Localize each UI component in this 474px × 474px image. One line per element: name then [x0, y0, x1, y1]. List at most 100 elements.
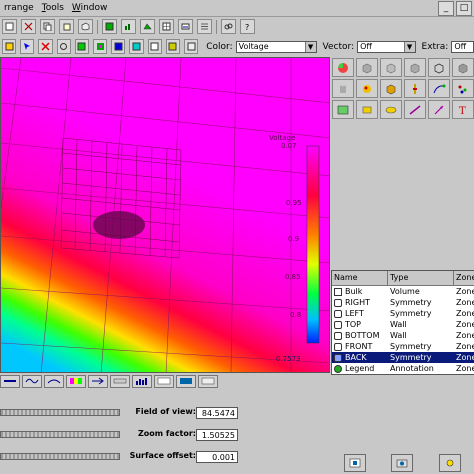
text-annotation-icon[interactable]: T: [452, 100, 474, 119]
field-of-view-row: Field of view: 84.5474: [0, 404, 330, 422]
vector-select[interactable]: Off ▼: [357, 40, 416, 53]
cylinder-icon[interactable]: [332, 79, 354, 98]
delete-icon[interactable]: [38, 39, 53, 54]
row-name-cell: LEFT: [332, 308, 388, 319]
field-of-view-slider[interactable]: [0, 409, 120, 416]
legend-tick: 0.7573: [276, 355, 301, 363]
table-row[interactable]: RIGHT Symmetry Zone: [332, 297, 474, 308]
cube-gray-icon[interactable]: [404, 58, 426, 77]
toolbar-main: ?: [0, 17, 474, 36]
maximize-button[interactable]: □: [456, 1, 472, 16]
color-select[interactable]: Voltage ▼: [235, 40, 317, 53]
row-name-label: Legend: [345, 364, 375, 373]
row-type-cell: Wall: [390, 320, 407, 329]
scalar-field: [1, 58, 329, 372]
pan-icon[interactable]: [2, 39, 17, 54]
blob-icon[interactable]: [356, 79, 378, 98]
menu-window[interactable]: Window: [68, 3, 112, 13]
bars-icon[interactable]: [121, 19, 136, 34]
link-icon[interactable]: [221, 19, 236, 34]
outline-icon[interactable]: [184, 39, 199, 54]
zoom-factor-input[interactable]: 1.50525: [196, 429, 238, 441]
mesh-icon[interactable]: [159, 19, 174, 34]
field-of-view-input[interactable]: 84.5474: [196, 407, 238, 419]
block-icon[interactable]: [93, 39, 108, 54]
row-zone-cell: Zone: [456, 320, 474, 329]
cube-gray-icon[interactable]: [356, 58, 378, 77]
extra-select[interactable]: Off: [451, 40, 474, 53]
render-viewport[interactable]: Voltage 0.07 0.95 0.9 0.85 0.8 0.7573: [0, 57, 330, 373]
colored-sphere-icon[interactable]: [332, 58, 354, 77]
surface-icon[interactable]: [140, 19, 155, 34]
record-icon[interactable]: [56, 39, 71, 54]
table-row[interactable]: LEFT Symmetry Zone: [332, 308, 474, 319]
window-icon[interactable]: [198, 374, 218, 388]
colormap-icon[interactable]: [66, 374, 86, 388]
column-header-type[interactable]: Type: [388, 271, 454, 285]
table-row[interactable]: BOTTOM Wall Zone: [332, 330, 474, 341]
image-icon[interactable]: [332, 100, 354, 119]
green-square-icon[interactable]: [74, 39, 90, 54]
plane-icon[interactable]: [356, 100, 378, 119]
select-icon[interactable]: [20, 39, 35, 54]
scale-icon[interactable]: [178, 19, 193, 34]
table-row[interactable]: BACK Symmetry Zone: [332, 352, 474, 363]
wire-icon[interactable]: [147, 39, 162, 54]
ruler-icon[interactable]: [110, 374, 130, 388]
minimize-button[interactable]: _: [438, 1, 454, 16]
arrow-right-icon[interactable]: [88, 374, 108, 388]
table-row[interactable]: Legend Annotation Zone: [332, 363, 474, 374]
toolbar-view: Color: Voltage ▼ Vector: Off ▼ Extra: Of…: [0, 37, 474, 56]
column-header-name[interactable]: Name: [332, 271, 388, 285]
tool-palette: T: [331, 57, 474, 141]
view-icon[interactable]: [343, 453, 366, 472]
bar-icon[interactable]: [0, 374, 20, 388]
streamline-icon[interactable]: [428, 79, 450, 98]
paste-icon[interactable]: [59, 19, 74, 34]
cube-outline-icon[interactable]: [428, 58, 450, 77]
zone-icon[interactable]: [111, 39, 126, 54]
camera-icon[interactable]: [391, 453, 414, 472]
menu-arrange[interactable]: rrange: [0, 3, 38, 13]
particles-icon[interactable]: [452, 79, 474, 98]
surface-offset-slider[interactable]: [0, 453, 120, 460]
new-icon[interactable]: [2, 19, 17, 34]
image-view-icon[interactable]: [176, 374, 196, 388]
curve-icon[interactable]: [44, 374, 64, 388]
arrow-probe-icon[interactable]: [428, 100, 450, 119]
histogram-icon[interactable]: [132, 374, 152, 388]
surface-offset-input[interactable]: 0.001: [196, 451, 238, 463]
probe-icon[interactable]: [404, 79, 426, 98]
cut-icon[interactable]: [21, 19, 36, 34]
toolbar-separator: [216, 19, 217, 34]
menu-tools[interactable]: Tools: [38, 3, 68, 13]
extra-label: Extra:: [421, 41, 449, 52]
cube-gray-icon[interactable]: [452, 58, 474, 77]
cube-gray-icon[interactable]: [380, 58, 402, 77]
wave-icon[interactable]: [22, 374, 42, 388]
zoom-factor-slider[interactable]: [0, 431, 120, 438]
lights-icon[interactable]: [439, 453, 462, 472]
surface-yellow-icon[interactable]: [380, 100, 402, 119]
contour-icon[interactable]: [129, 39, 144, 54]
table-view-icon[interactable]: [154, 374, 174, 388]
lines-icon[interactable]: [197, 19, 212, 34]
legend-color-bar: [306, 145, 320, 344]
extra-select-value: Off: [454, 42, 467, 51]
table-row[interactable]: FRONT Symmetry Zone: [332, 341, 474, 352]
zoom-factor-row: Zoom factor: 1.50525: [0, 426, 330, 444]
line-probe-icon[interactable]: [404, 100, 426, 119]
table-row[interactable]: TOP Wall Zone: [332, 319, 474, 330]
legend-tick: 0.9: [288, 235, 299, 243]
window-controls: _ □: [438, 1, 472, 16]
cube-icon[interactable]: [78, 19, 93, 34]
column-header-zone[interactable]: Zone: [454, 271, 474, 285]
fill-icon[interactable]: [165, 39, 181, 54]
copy-icon[interactable]: [40, 19, 55, 34]
table-row[interactable]: Bulk Volume Zone: [332, 286, 474, 297]
vector-select-value: Off: [360, 42, 372, 51]
row-name-label: TOP: [345, 320, 362, 329]
cube-color-icon[interactable]: [380, 79, 402, 98]
help-icon[interactable]: ?: [240, 19, 255, 34]
grid-tool-icon[interactable]: [102, 19, 117, 34]
